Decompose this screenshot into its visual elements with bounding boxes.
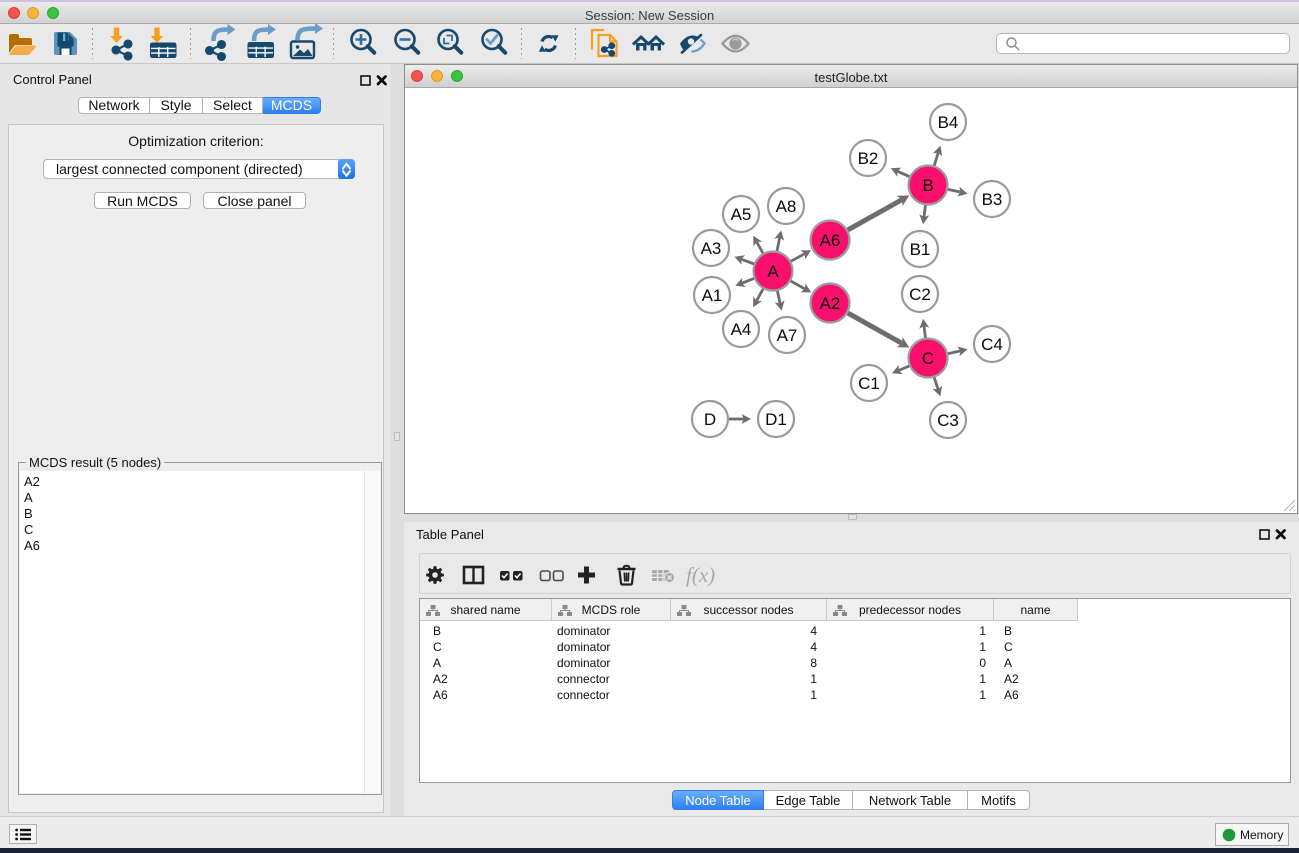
svg-text:f(x): f(x) [686, 563, 715, 587]
svg-text:A2: A2 [820, 294, 841, 313]
svg-text:D: D [704, 410, 716, 429]
svg-text:C3: C3 [937, 411, 959, 430]
svg-text:D1: D1 [765, 410, 787, 429]
svg-text:B: B [922, 176, 933, 195]
svg-text:B4: B4 [938, 113, 959, 132]
svg-text:A8: A8 [776, 197, 797, 216]
svg-text:B1: B1 [910, 240, 931, 259]
svg-text:C1: C1 [858, 374, 880, 393]
svg-text:A1: A1 [702, 286, 723, 305]
svg-text:C4: C4 [981, 335, 1003, 354]
svg-text:A3: A3 [701, 239, 722, 258]
svg-text:A6: A6 [820, 231, 841, 250]
svg-text:A5: A5 [731, 205, 752, 224]
svg-text:C: C [922, 349, 934, 368]
svg-text:C2: C2 [909, 285, 931, 304]
svg-text:B2: B2 [858, 149, 879, 168]
svg-text:A4: A4 [731, 320, 752, 339]
svg-text:A: A [767, 262, 779, 281]
svg-text:A7: A7 [777, 326, 798, 345]
svg-text:B3: B3 [982, 190, 1003, 209]
